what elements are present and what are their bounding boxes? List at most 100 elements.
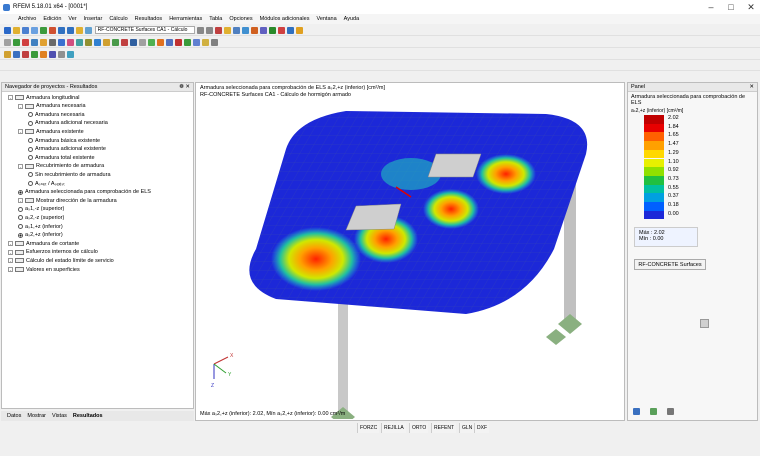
expand-toggle-icon[interactable]: - bbox=[18, 129, 23, 135]
dimension-icon[interactable] bbox=[166, 39, 173, 46]
radio-button[interactable] bbox=[18, 189, 23, 195]
undo-icon[interactable] bbox=[58, 27, 65, 34]
status-refent[interactable]: REFENT bbox=[431, 423, 456, 433]
save-icon[interactable] bbox=[22, 27, 29, 34]
checkbox[interactable] bbox=[25, 129, 34, 135]
tree-item[interactable]: aₛ1,-z (superior) bbox=[18, 206, 64, 213]
radio-button[interactable] bbox=[18, 224, 23, 229]
snap-icon[interactable] bbox=[139, 39, 146, 46]
tab-resultados[interactable]: Resultados bbox=[73, 413, 103, 419]
menu-herramientas[interactable]: Herramientas bbox=[169, 16, 202, 22]
menu-edicion[interactable]: Edición bbox=[43, 16, 61, 22]
menu-opciones[interactable]: Opciones bbox=[229, 16, 252, 22]
filter-icon[interactable] bbox=[233, 27, 241, 34]
status-forzc[interactable]: FORZC bbox=[357, 423, 380, 433]
top-view-icon[interactable] bbox=[130, 39, 137, 46]
results-icon[interactable] bbox=[49, 27, 56, 34]
view-icon[interactable] bbox=[85, 27, 92, 34]
menu-ayuda[interactable]: Ayuda bbox=[344, 16, 360, 22]
radio-button[interactable] bbox=[18, 206, 23, 212]
grid-icon[interactable] bbox=[242, 27, 250, 34]
clipping-icon[interactable] bbox=[211, 39, 218, 46]
panel-edit-icon[interactable] bbox=[667, 408, 674, 415]
checkbox[interactable] bbox=[15, 258, 24, 264]
checkbox[interactable] bbox=[25, 163, 34, 169]
expand-toggle-icon[interactable]: - bbox=[8, 267, 13, 272]
radio-button[interactable] bbox=[28, 155, 33, 161]
tree-item[interactable]: Armadura básica existente bbox=[28, 137, 100, 144]
checkbox[interactable] bbox=[15, 267, 24, 272]
tree-item[interactable]: Armadura adicional necesaria bbox=[28, 120, 108, 127]
checkbox[interactable] bbox=[25, 198, 34, 204]
surface-icon[interactable] bbox=[40, 39, 47, 46]
node-icon[interactable] bbox=[13, 39, 20, 46]
tree-item[interactable]: Sin recubrimiento de armadura bbox=[28, 171, 111, 178]
tree-item[interactable]: - Armadura existente bbox=[18, 128, 84, 135]
status-rejilla[interactable]: REJILLA bbox=[381, 423, 406, 433]
radio-button[interactable] bbox=[18, 215, 23, 221]
front-view-icon[interactable] bbox=[112, 39, 119, 46]
expand-toggle-icon[interactable]: - bbox=[18, 163, 23, 169]
tab-datos[interactable]: Datos bbox=[7, 413, 21, 419]
tree-item[interactable]: Aₛₙₑₜ / Aₛₑₓᵢₛₜ bbox=[28, 180, 65, 187]
checkbox[interactable] bbox=[15, 95, 24, 100]
scale-icon[interactable] bbox=[49, 51, 56, 58]
tree-item[interactable]: Armadura necesaria bbox=[28, 111, 85, 118]
menu-calculo[interactable]: Cálculo bbox=[109, 16, 127, 22]
close-button[interactable]: ✕ bbox=[736, 0, 760, 14]
select-icon[interactable] bbox=[269, 27, 277, 34]
solid-icon[interactable] bbox=[49, 39, 56, 46]
menu-resultados[interactable]: Resultados bbox=[135, 16, 163, 22]
display-icon[interactable] bbox=[260, 27, 268, 34]
panel-results-icon[interactable] bbox=[633, 408, 640, 415]
radio-button[interactable] bbox=[28, 112, 33, 118]
zoom-icon[interactable] bbox=[4, 39, 11, 46]
line-icon[interactable] bbox=[22, 39, 29, 46]
load-case-combo[interactable]: RF-CONCRETE Surfaces CA1 - Cálculo bbox=[94, 26, 195, 34]
menu-insertar[interactable]: Insertar bbox=[84, 16, 103, 22]
rotate-icon[interactable] bbox=[287, 27, 295, 34]
radio-button[interactable] bbox=[18, 232, 23, 238]
show-results-icon[interactable] bbox=[215, 27, 223, 34]
radio-button[interactable] bbox=[28, 181, 33, 186]
next-case-icon[interactable] bbox=[206, 27, 214, 34]
wireframe-icon[interactable] bbox=[85, 39, 92, 46]
expand-toggle-icon[interactable]: - bbox=[18, 103, 23, 109]
menu-archivo[interactable]: Archivo bbox=[18, 16, 36, 22]
report-icon[interactable] bbox=[67, 51, 74, 58]
tree-item[interactable]: aₛ1,+z (inferior) bbox=[18, 223, 63, 230]
tree-item[interactable]: Armadura seleccionada para comprobación … bbox=[18, 189, 151, 196]
isolines-icon[interactable] bbox=[31, 51, 38, 58]
tree-item[interactable]: - Mostrar dirección de la armadura bbox=[18, 197, 117, 204]
radio-button[interactable] bbox=[28, 172, 33, 178]
ortho-icon[interactable] bbox=[157, 39, 164, 46]
expand-toggle-icon[interactable]: - bbox=[18, 198, 23, 204]
expand-toggle-icon[interactable]: - bbox=[8, 249, 13, 255]
print-icon[interactable] bbox=[31, 27, 38, 34]
tab-vistas[interactable]: Vistas bbox=[52, 413, 67, 419]
navigator-pin-close[interactable]: ❁ ✕ bbox=[179, 83, 190, 92]
panel-close[interactable]: ✕ bbox=[749, 83, 754, 92]
menu-ventana[interactable]: Ventana bbox=[316, 16, 336, 22]
deformation-icon[interactable] bbox=[13, 51, 20, 58]
tab-mostrar[interactable]: Mostrar bbox=[27, 413, 46, 419]
load-icon[interactable] bbox=[76, 39, 83, 46]
panel-settings-icon[interactable] bbox=[650, 408, 657, 415]
tree-item[interactable]: - Armadura necesaria bbox=[18, 103, 86, 110]
measure-icon[interactable] bbox=[296, 27, 304, 34]
hinge-icon[interactable] bbox=[67, 39, 74, 46]
zoom-search-icon[interactable] bbox=[700, 319, 709, 328]
rf-concrete-surfaces-button[interactable]: RF-CONCRETE Surfaces bbox=[634, 259, 706, 270]
redo-icon[interactable] bbox=[67, 27, 74, 34]
layer-icon[interactable] bbox=[193, 39, 200, 46]
tree-item[interactable]: - Valores en superficies bbox=[8, 266, 80, 273]
tree-item[interactable]: - Armadura longitudinal bbox=[8, 94, 80, 101]
section-icon[interactable] bbox=[251, 27, 259, 34]
tree-item[interactable]: - Esfuerzos internos de cálculo bbox=[8, 249, 98, 256]
comment-icon[interactable] bbox=[175, 39, 182, 46]
tree-item[interactable]: - Cálculo del estado límite de servicio bbox=[8, 257, 114, 264]
tree-item[interactable]: aₛ2,+z (inferior) bbox=[18, 232, 63, 239]
animation-icon[interactable] bbox=[40, 51, 47, 58]
checkbox[interactable] bbox=[25, 103, 34, 109]
stress-icon[interactable] bbox=[22, 51, 29, 58]
